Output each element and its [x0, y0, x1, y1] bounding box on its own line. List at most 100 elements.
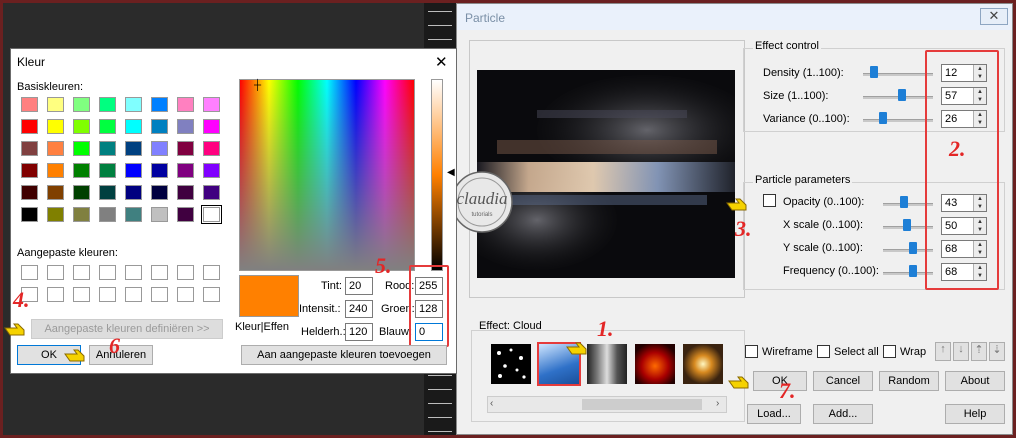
basic-color-swatch[interactable]	[203, 185, 220, 200]
custom-color-swatch[interactable]	[125, 287, 142, 302]
basic-color-swatch[interactable]	[151, 141, 168, 156]
basic-color-swatch[interactable]	[73, 119, 90, 134]
saturation-input[interactable]: 240	[345, 300, 373, 318]
basic-color-swatch[interactable]	[73, 163, 90, 178]
custom-color-swatch[interactable]	[21, 265, 38, 280]
basic-color-swatch[interactable]	[177, 163, 194, 178]
scrollbar-thumb[interactable]	[582, 399, 702, 410]
basic-color-swatch[interactable]	[99, 141, 116, 156]
basic-color-swatch[interactable]	[21, 141, 38, 156]
basic-color-swatch[interactable]	[203, 163, 220, 178]
opacity-slider-thumb[interactable]	[900, 196, 908, 208]
basic-color-swatch[interactable]	[47, 207, 64, 222]
density-slider-thumb[interactable]	[870, 66, 878, 78]
opacity-checkbox[interactable]	[763, 194, 776, 207]
basic-color-swatch[interactable]	[73, 207, 90, 222]
wireframe-checkbox[interactable]	[745, 345, 758, 358]
basic-color-swatch[interactable]	[151, 185, 168, 200]
x-scale-slider-thumb[interactable]	[903, 219, 911, 231]
wrap-checkbox[interactable]	[883, 345, 896, 358]
basic-color-swatch[interactable]	[99, 185, 116, 200]
custom-color-swatch[interactable]	[73, 287, 90, 302]
add-button[interactable]: Add...	[813, 404, 873, 424]
basic-color-swatch[interactable]	[125, 163, 142, 178]
basic-color-swatch[interactable]	[73, 141, 90, 156]
about-button[interactable]: About	[945, 371, 1005, 391]
basic-color-swatch[interactable]	[99, 97, 116, 112]
basic-color-swatch[interactable]	[177, 119, 194, 134]
basic-color-swatch[interactable]	[203, 119, 220, 134]
basic-color-swatch[interactable]	[177, 207, 194, 222]
effect-thumbnail-fire[interactable]	[635, 344, 675, 384]
variance-slider[interactable]	[863, 119, 933, 122]
basic-color-swatch[interactable]	[151, 97, 168, 112]
luminance-slider[interactable]	[431, 79, 443, 271]
scroll-right-icon[interactable]: ›	[716, 398, 719, 409]
frequency-slider-thumb[interactable]	[909, 265, 917, 277]
luminance-arrow-icon[interactable]: ◀	[447, 167, 455, 178]
help-button[interactable]: Help	[945, 404, 1005, 424]
custom-color-swatch[interactable]	[99, 287, 116, 302]
scroll-left-icon[interactable]: ‹	[490, 398, 493, 409]
basic-color-swatch[interactable]	[201, 205, 222, 224]
custom-color-swatch[interactable]	[177, 265, 194, 280]
basic-color-swatch[interactable]	[177, 141, 194, 156]
select-all-checkbox[interactable]	[817, 345, 830, 358]
custom-color-swatch[interactable]	[203, 287, 220, 302]
basic-color-swatch[interactable]	[21, 185, 38, 200]
basic-color-swatch[interactable]	[47, 163, 64, 178]
custom-color-swatch[interactable]	[99, 265, 116, 280]
custom-color-swatch[interactable]	[47, 287, 64, 302]
close-icon[interactable]: ✕	[435, 53, 448, 71]
basic-color-swatch[interactable]	[47, 97, 64, 112]
effect-thumbnail-stars[interactable]	[491, 344, 531, 384]
random-button[interactable]: Random	[879, 371, 939, 391]
basic-color-swatch[interactable]	[203, 97, 220, 112]
basic-color-swatch[interactable]	[125, 97, 142, 112]
basic-color-swatch[interactable]	[21, 97, 38, 112]
basic-color-swatch[interactable]	[125, 207, 142, 222]
basic-color-swatch[interactable]	[47, 141, 64, 156]
close-icon[interactable]: ✕	[980, 8, 1008, 25]
variance-slider-thumb[interactable]	[879, 112, 887, 124]
move-up-arrow-icon[interactable]: ↑	[935, 342, 951, 361]
basic-color-swatch[interactable]	[125, 141, 142, 156]
basic-color-swatch[interactable]	[203, 141, 220, 156]
custom-color-swatch[interactable]	[73, 265, 90, 280]
define-custom-colors-button[interactable]: Aangepaste kleuren definiëren >>	[31, 319, 223, 339]
custom-color-swatch[interactable]	[203, 265, 220, 280]
size-slider-thumb[interactable]	[898, 89, 906, 101]
basic-color-swatch[interactable]	[177, 97, 194, 112]
basic-color-swatch[interactable]	[151, 119, 168, 134]
tint-input[interactable]: 20	[345, 277, 373, 295]
load-button[interactable]: Load...	[747, 404, 801, 424]
basic-color-swatch[interactable]	[99, 207, 116, 222]
move-down-arrow-icon[interactable]: ↓	[953, 342, 969, 361]
custom-color-swatch[interactable]	[125, 265, 142, 280]
kleur-cancel-button[interactable]: Annuleren	[89, 345, 153, 365]
effect-scrollbar[interactable]: ‹ ›	[487, 396, 727, 413]
basic-color-swatch[interactable]	[151, 207, 168, 222]
basic-color-swatch[interactable]	[125, 119, 142, 134]
custom-color-swatch[interactable]	[151, 265, 168, 280]
add-to-custom-colors-button[interactable]: Aan aangepaste kleuren toevoegen	[241, 345, 447, 365]
move-top-arrow-icon[interactable]: ⇡	[971, 342, 987, 361]
custom-color-swatch[interactable]	[47, 265, 64, 280]
luminance-input[interactable]: 120	[345, 323, 373, 341]
basic-color-swatch[interactable]	[47, 185, 64, 200]
basic-color-swatch[interactable]	[73, 185, 90, 200]
color-spectrum-picker[interactable]: ┼	[239, 79, 415, 271]
move-bottom-arrow-icon[interactable]: ⇣	[989, 342, 1005, 361]
basic-color-swatch[interactable]	[99, 119, 116, 134]
basic-color-swatch[interactable]	[21, 163, 38, 178]
cancel-button[interactable]: Cancel	[813, 371, 873, 391]
basic-color-swatch[interactable]	[21, 207, 38, 222]
y-scale-slider-thumb[interactable]	[909, 242, 917, 254]
effect-thumbnail-burst[interactable]	[683, 344, 723, 384]
basic-color-swatch[interactable]	[47, 119, 64, 134]
basic-color-swatch[interactable]	[125, 185, 142, 200]
custom-color-swatch[interactable]	[177, 287, 194, 302]
basic-color-swatch[interactable]	[151, 163, 168, 178]
basic-color-swatch[interactable]	[73, 97, 90, 112]
custom-color-swatch[interactable]	[151, 287, 168, 302]
